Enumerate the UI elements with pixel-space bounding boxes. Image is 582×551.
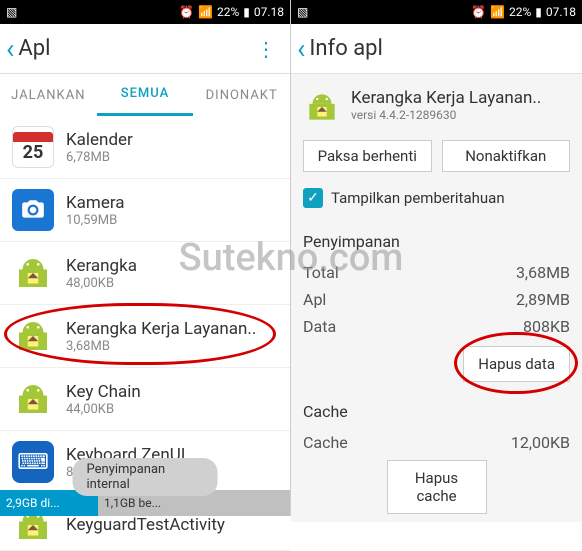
force-stop-button[interactable]: Paksa berhenti xyxy=(303,140,432,172)
tab-semua[interactable]: SEMUA xyxy=(97,74,194,116)
app-label: KeyguardTestActivity xyxy=(66,515,225,535)
page-title: Apl xyxy=(18,36,50,61)
left-pane: ▧ ⏰ 📶 22% ▮ 07.18 ‹ Apl ⋮ JALANKAN SEMUA… xyxy=(0,0,291,516)
row-data: Data 808KB xyxy=(303,313,570,340)
app-header: ‹ Apl ⋮ xyxy=(0,24,290,74)
gallery-icon: ▧ xyxy=(6,5,17,19)
app-size: 44,00KB xyxy=(66,402,141,417)
android-icon xyxy=(303,88,341,126)
list-item-kamera[interactable]: Kamera 10,59MB xyxy=(0,179,290,242)
camera-icon xyxy=(12,189,54,231)
calendar-icon: 25 xyxy=(12,126,54,168)
section-cache-title: Cache xyxy=(303,392,570,429)
app-size: 3,68MB xyxy=(66,339,256,354)
storage-toast: Penyimpanan internal xyxy=(73,458,218,496)
gallery-icon: ▧ xyxy=(297,5,308,19)
section-storage-title: Penyimpanan xyxy=(303,222,570,259)
info-app-version: versi 4.4.2-1289630 xyxy=(351,108,541,122)
signal-icon: 📶 xyxy=(198,5,213,19)
info-body: Kerangka Kerja Layanan.. versi 4.4.2-128… xyxy=(291,74,582,522)
row-cache: Cache 12,00KB xyxy=(303,429,570,456)
tab-dinonakt[interactable]: DINONAKT xyxy=(193,74,290,116)
action-buttons: Paksa berhenti Nonaktifkan xyxy=(303,140,570,172)
app-size: 6,78MB xyxy=(66,150,133,165)
android-icon xyxy=(12,315,54,357)
list-item-kerangka-layanan[interactable]: Kerangka Kerja Layanan.. 3,68MB xyxy=(0,305,290,368)
app-info-header: Kerangka Kerja Layanan.. versi 4.4.2-128… xyxy=(303,82,570,140)
row-total: Total 3,68MB xyxy=(303,259,570,286)
back-icon[interactable]: ‹ xyxy=(297,32,305,65)
clock-time: 07.18 xyxy=(254,5,284,19)
clear-cache-button[interactable]: Hapus cache xyxy=(387,460,487,514)
app-label: Kamera xyxy=(66,193,125,213)
keyboard-icon: ⌨ xyxy=(12,441,54,483)
status-bar: ▧ ⏰ 📶 22% ▮ 07.18 xyxy=(291,0,582,24)
battery-icon: ▮ xyxy=(535,5,542,19)
alarm-icon: ⏰ xyxy=(179,5,194,19)
app-label: Kalender xyxy=(66,130,133,150)
status-bar: ▧ ⏰ 📶 22% ▮ 07.18 xyxy=(0,0,290,24)
tabs: JALANKAN SEMUA DINONAKT xyxy=(0,74,290,116)
android-icon xyxy=(12,378,54,420)
tab-jalankan[interactable]: JALANKAN xyxy=(0,74,97,116)
checkbox-checked-icon[interactable]: ✓ xyxy=(303,188,323,208)
notifications-row[interactable]: ✓ Tampilkan pemberitahuan xyxy=(303,182,570,222)
list-item-keychain[interactable]: Key Chain 44,00KB xyxy=(0,368,290,431)
overflow-menu-icon[interactable]: ⋮ xyxy=(248,37,284,61)
battery-icon: ▮ xyxy=(243,5,250,19)
app-size: 48,00KB xyxy=(66,276,137,291)
app-header: ‹ Info apl xyxy=(291,24,582,74)
clock-time: 07.18 xyxy=(546,5,576,19)
list-item-kerangka[interactable]: Kerangka 48,00KB xyxy=(0,242,290,305)
right-pane: ▧ ⏰ 📶 22% ▮ 07.18 ‹ Info apl Kerangka Ke… xyxy=(291,0,582,516)
battery-pct: 22% xyxy=(509,5,531,19)
signal-icon: 📶 xyxy=(490,5,505,19)
app-label: Key Chain xyxy=(66,382,141,402)
clear-data-button[interactable]: Hapus data xyxy=(463,346,570,382)
back-icon[interactable]: ‹ xyxy=(6,32,14,65)
battery-pct: 22% xyxy=(217,5,239,19)
list-item-kalender[interactable]: 25 Kalender 6,78MB xyxy=(0,116,290,179)
alarm-icon: ⏰ xyxy=(471,5,486,19)
android-icon xyxy=(12,252,54,294)
row-apl: Apl 2,89MB xyxy=(303,286,570,313)
disable-button[interactable]: Nonaktifkan xyxy=(442,140,571,172)
notifications-label: Tampilkan pemberitahuan xyxy=(331,189,505,207)
info-app-title: Kerangka Kerja Layanan.. xyxy=(351,88,541,108)
app-label: Kerangka xyxy=(66,256,137,276)
app-size: 10,59MB xyxy=(66,213,125,228)
app-label: Kerangka Kerja Layanan.. xyxy=(66,319,256,339)
page-title: Info apl xyxy=(309,36,382,61)
